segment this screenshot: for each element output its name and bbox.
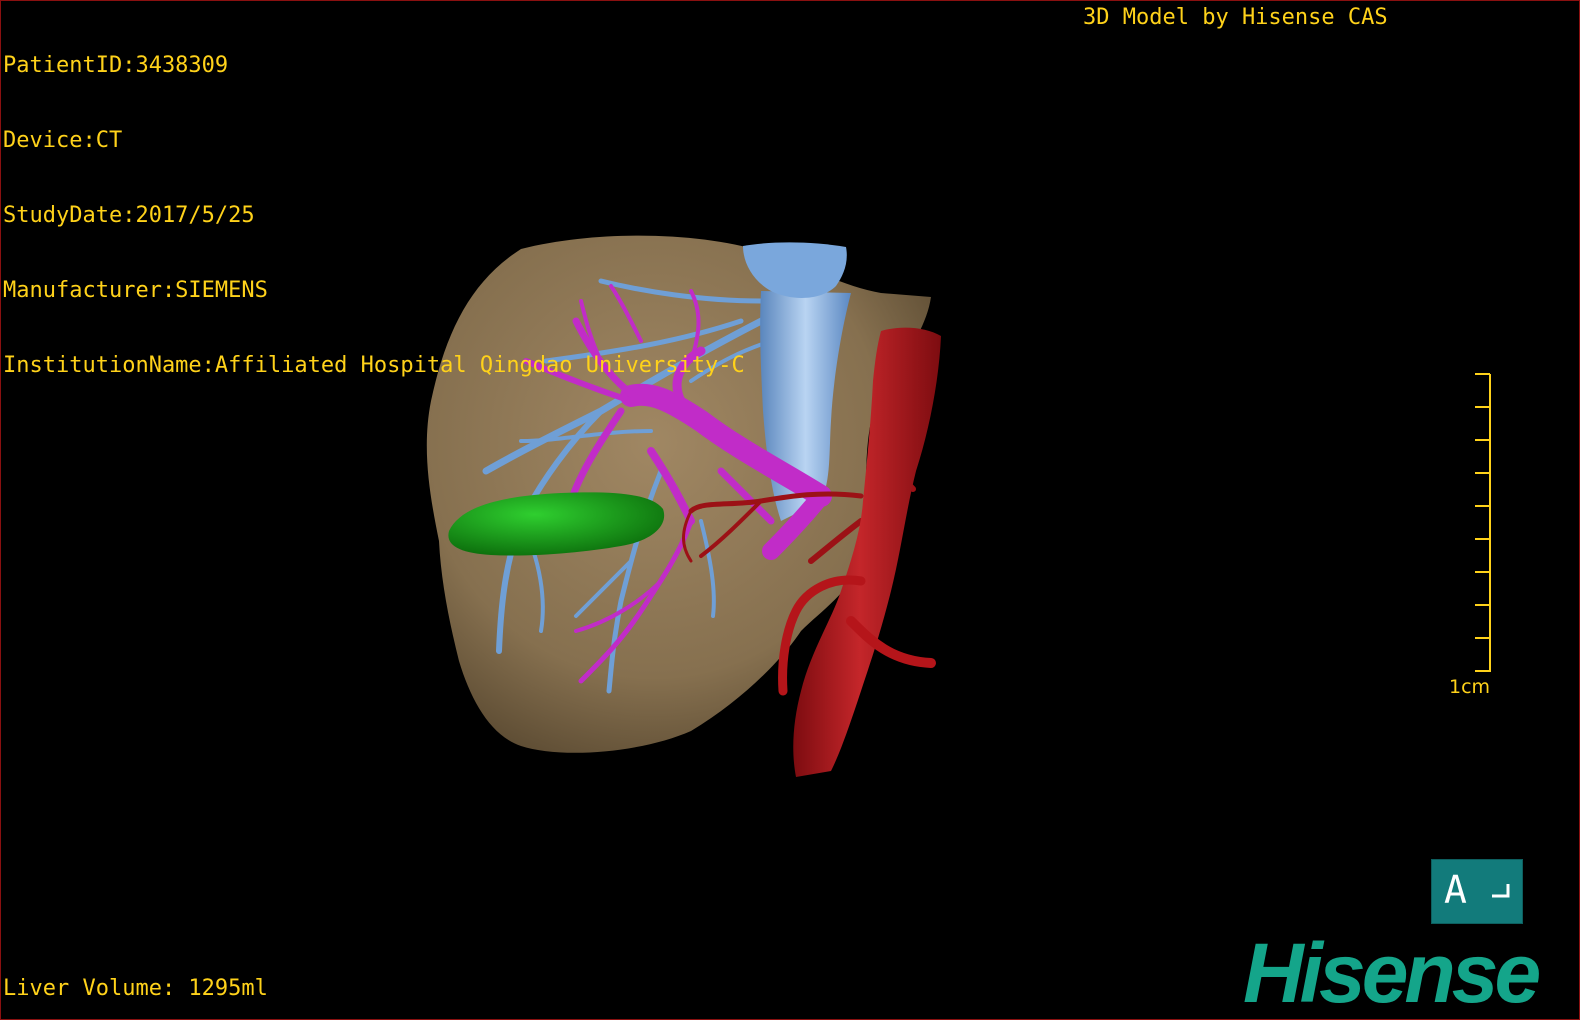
orientation-cube[interactable]: A [1431,859,1523,924]
institution-text: InstitutionName:Affiliated Hospital Qing… [3,353,745,378]
hisense-logo: Hisense [1243,926,1541,1020]
manufacturer-text: Manufacturer:SIEMENS [3,278,268,303]
patient-id-text: PatientID:3438309 [3,53,229,78]
3d-viewport[interactable]: PatientID:3438309 Device:CT StudyDate:20… [0,0,1580,1020]
device-text: Device:CT [3,128,123,153]
orientation-corner-icon [1492,884,1510,898]
scale-bar [1475,373,1491,672]
liver-volume-text: Liver Volume: 1295ml [3,976,268,1001]
model-credit-text: 3D Model by Hisense CAS [1083,5,1388,30]
scale-label: 1cm [1449,676,1491,698]
study-info-overlay: PatientID:3438309 Device:CT StudyDate:20… [3,3,745,428]
orientation-letter: A [1444,868,1467,912]
study-date-text: StudyDate:2017/5/25 [3,203,255,228]
